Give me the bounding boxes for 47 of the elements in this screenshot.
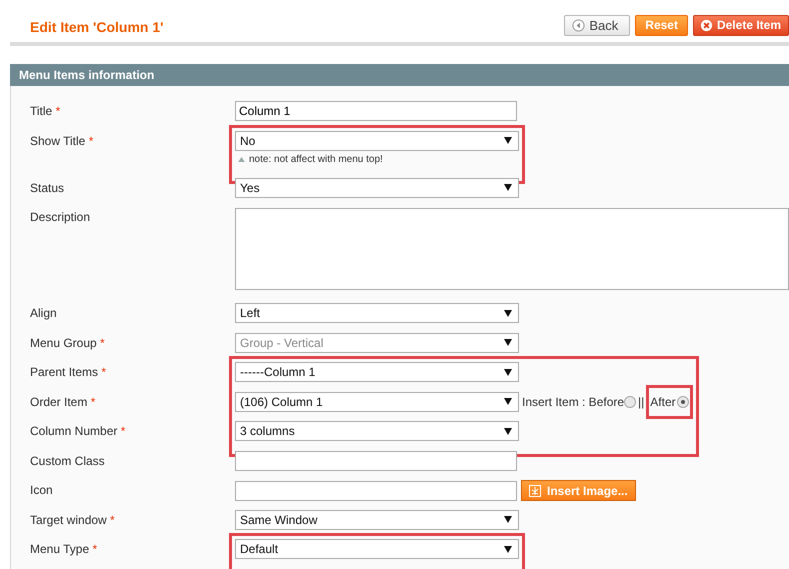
triangle-icon — [238, 156, 245, 162]
caret-icon — [504, 184, 512, 191]
before-radio[interactable] — [624, 396, 636, 408]
field-label: Column Number * — [30, 424, 126, 438]
select-field[interactable]: Same Window — [235, 510, 519, 530]
select-field[interactable]: No — [235, 130, 519, 150]
select-field[interactable]: (106) Column 1 — [235, 392, 519, 412]
field-label: Show Title * — [30, 134, 94, 148]
field-label: Order Item * — [30, 394, 96, 408]
insert-item-label: Insert Item : Before — [522, 394, 624, 408]
section-header: Menu Items information — [10, 64, 789, 86]
text-field[interactable]: Column 1 — [235, 101, 517, 121]
image-icon — [529, 484, 541, 496]
back-icon — [572, 18, 586, 32]
field-label: Custom Class — [30, 454, 106, 468]
after-radio[interactable] — [676, 396, 689, 408]
text-field[interactable] — [235, 450, 517, 470]
caret-icon — [504, 546, 512, 552]
delete-icon — [700, 18, 713, 32]
select-field[interactable]: Yes — [235, 178, 519, 198]
separator-text: || — [638, 394, 644, 408]
select-field[interactable]: 3 columns — [235, 421, 519, 441]
field-label: Description — [30, 210, 92, 224]
back-button[interactable]: Back — [564, 14, 630, 36]
text-area[interactable] — [235, 208, 789, 290]
select-field[interactable]: Default — [235, 539, 519, 559]
caret-icon — [504, 368, 512, 376]
field-label: Menu Type * — [30, 542, 98, 556]
caret-icon — [504, 516, 512, 523]
caret-icon — [504, 398, 512, 405]
field-label: Status — [30, 180, 66, 194]
field-label: Parent Items * — [30, 365, 108, 379]
caret-icon — [504, 428, 512, 434]
caret-icon — [504, 137, 512, 144]
field-label: Icon — [30, 483, 54, 497]
select-field[interactable]: ------Column 1 — [235, 362, 519, 382]
after-label: After — [650, 394, 676, 408]
text-field[interactable] — [235, 480, 517, 500]
caret-icon — [504, 310, 512, 316]
field-label: Menu Group * — [30, 336, 106, 350]
page-title: Edit Item 'Column 1' — [30, 19, 164, 35]
field-note: note: not affect with menu top! — [249, 154, 383, 164]
caret-icon — [504, 339, 512, 346]
field-label: Align — [30, 306, 58, 320]
field-label: Title * — [30, 104, 62, 118]
select-field[interactable]: Left — [235, 303, 519, 323]
field-label: Target window * — [30, 512, 116, 526]
